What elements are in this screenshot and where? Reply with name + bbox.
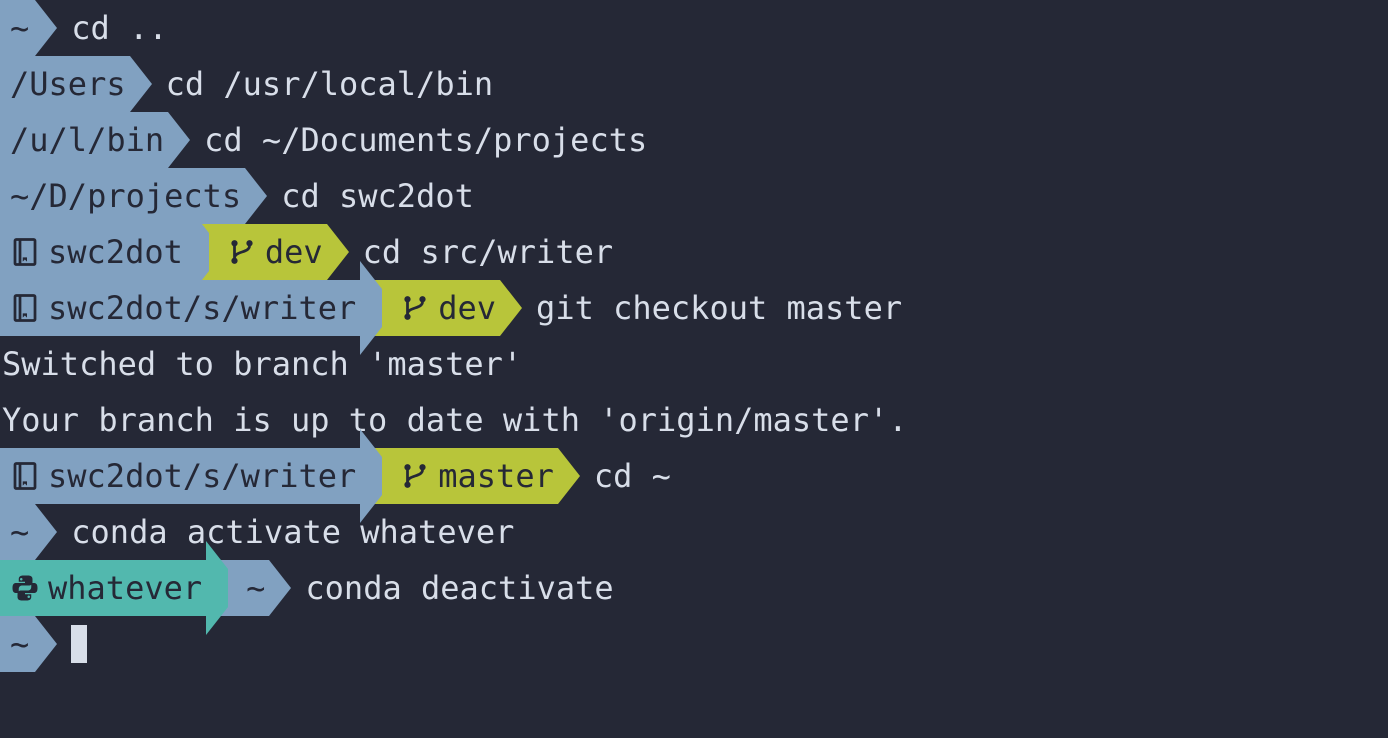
command-input[interactable]: cd ..: [57, 0, 167, 56]
command-output: Your branch is up to date with 'origin/m…: [0, 392, 907, 448]
prompt-segment: swc2dot: [0, 224, 187, 280]
command-input[interactable]: cd ~: [580, 448, 671, 504]
prompt-segment: whatever: [0, 560, 206, 616]
terminal-line: Switched to branch 'master': [0, 336, 1388, 392]
command-output: Switched to branch 'master': [0, 336, 522, 392]
command-input[interactable]: cd ~/Documents/projects: [190, 112, 647, 168]
prompt-segment: swc2dot/s/writer: [0, 448, 360, 504]
segment-text: /u/l/bin: [10, 112, 164, 168]
command-input[interactable]: cd src/writer: [349, 224, 613, 280]
chevron-right-icon: [35, 616, 57, 672]
segment-text: swc2dot/s/writer: [48, 280, 356, 336]
segment-text: swc2dot: [48, 224, 183, 280]
chevron-right-icon: [558, 448, 580, 504]
segment-text: ~: [10, 504, 29, 560]
terminal-line: swc2dot/s/writer master cd ~: [0, 448, 1388, 504]
terminal-line: swc2dot dev cd src/writer: [0, 224, 1388, 280]
prompt-segment: swc2dot/s/writer: [0, 280, 360, 336]
chevron-right-icon: [130, 56, 152, 112]
terminal-line: whatever ~ conda deactivate: [0, 560, 1388, 616]
prompt-segment: dev: [209, 224, 327, 280]
prompt-segment: /u/l/bin: [0, 112, 168, 168]
segment-text: dev: [265, 224, 323, 280]
chevron-right-icon: [245, 168, 267, 224]
segment-text: dev: [438, 280, 496, 336]
segment-text: ~: [10, 0, 29, 56]
chevron-right-icon: [269, 560, 291, 616]
segment-text: swc2dot/s/writer: [48, 448, 356, 504]
chevron-right-icon: [168, 112, 190, 168]
command-input[interactable]: conda deactivate: [291, 560, 613, 616]
prompt-segment: dev: [382, 280, 500, 336]
chevron-right-icon: [35, 504, 57, 560]
python-icon: [10, 573, 40, 603]
prompt-segment: ~: [0, 0, 35, 56]
prompt-segment: /Users: [0, 56, 130, 112]
chevron-right-icon: [360, 429, 382, 523]
terminal-line: /u/l/bin cd ~/Documents/projects: [0, 112, 1388, 168]
segment-text: ~: [10, 616, 29, 672]
segment-text: ~: [246, 560, 265, 616]
terminal-line: ~ cd ..: [0, 0, 1388, 56]
terminal-line: Your branch is up to date with 'origin/m…: [0, 392, 1388, 448]
chevron-right-icon: [35, 0, 57, 56]
segment-text: /Users: [10, 56, 126, 112]
prompt-segment: ~: [0, 504, 35, 560]
repo-icon: [10, 237, 40, 267]
repo-icon: [10, 293, 40, 323]
segment-text: master: [438, 448, 554, 504]
terminal-line: swc2dot/s/writer dev git checkout master: [0, 280, 1388, 336]
cursor: [71, 625, 87, 663]
branch-icon: [400, 293, 430, 323]
branch-icon: [400, 461, 430, 491]
prompt-segment: master: [382, 448, 558, 504]
terminal-line: /Users cd /usr/local/bin: [0, 56, 1388, 112]
terminal[interactable]: ~ cd ../Users cd /usr/local/bin/u/l/bin cd …: [0, 0, 1388, 672]
segment-text: whatever: [48, 560, 202, 616]
chevron-right-icon: [327, 224, 349, 280]
branch-icon: [227, 237, 257, 267]
command-input[interactable]: cd swc2dot: [267, 168, 474, 224]
command-input[interactable]: git checkout master: [522, 280, 902, 336]
chevron-right-icon: [360, 261, 382, 355]
chevron-right-icon: [500, 280, 522, 336]
repo-icon: [10, 461, 40, 491]
prompt-segment: ~: [0, 616, 35, 672]
command-input[interactable]: cd /usr/local/bin: [152, 56, 494, 112]
chevron-right-icon: [206, 541, 228, 635]
prompt-segment: ~: [228, 560, 269, 616]
command-input[interactable]: conda activate whatever: [57, 504, 514, 560]
